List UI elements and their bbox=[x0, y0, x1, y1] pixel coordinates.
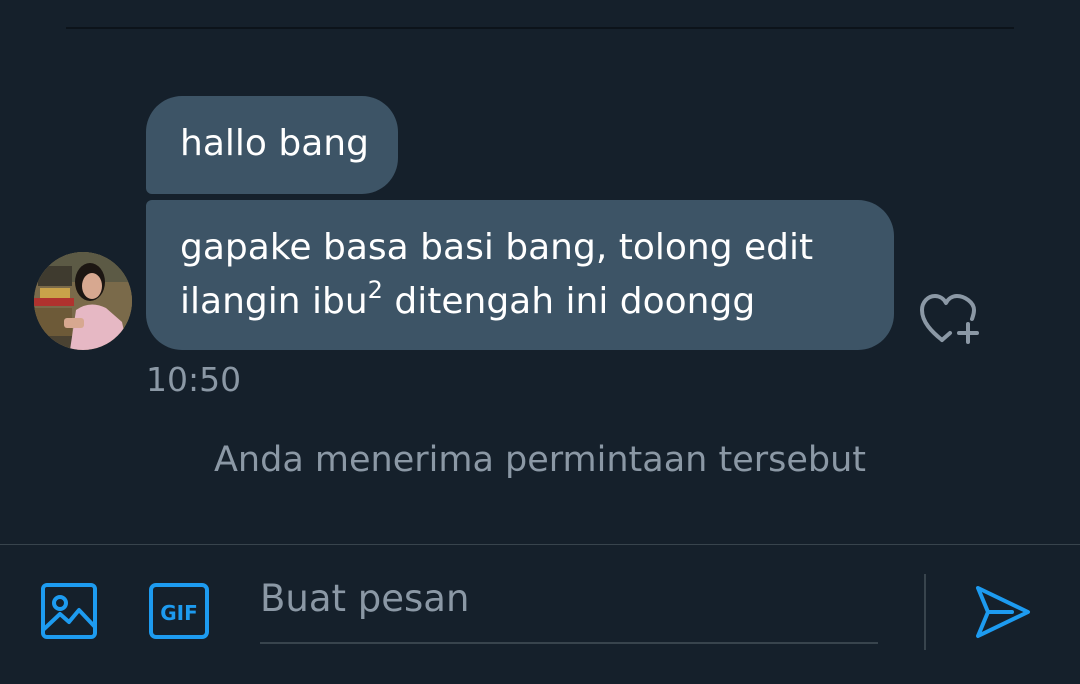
system-notice: Anda menerima permintaan tersebut bbox=[213, 440, 867, 480]
svg-text:GIF: GIF bbox=[160, 601, 198, 625]
message-text: hallo bang bbox=[180, 123, 369, 164]
composer-divider bbox=[0, 544, 1080, 545]
message-bubble[interactable]: hallo bang bbox=[146, 96, 398, 194]
avatar-photo bbox=[34, 252, 132, 350]
message-text-line-1: gapake basa basi bang, tolong edit bbox=[180, 227, 814, 268]
avatar[interactable] bbox=[34, 252, 132, 350]
image-icon[interactable] bbox=[40, 582, 98, 640]
message-bubble[interactable]: gapake basa basi bang, tolong edit ilang… bbox=[146, 200, 894, 350]
superscript: 2 bbox=[367, 276, 383, 304]
send-icon[interactable] bbox=[972, 582, 1034, 642]
heart-plus-icon[interactable] bbox=[918, 290, 986, 346]
gif-icon[interactable]: GIF bbox=[148, 582, 210, 640]
message-text-line-2: ilangin ibu2 ditengah ini doongg bbox=[180, 276, 756, 322]
message-input[interactable] bbox=[260, 574, 878, 644]
composer-separator bbox=[924, 574, 926, 650]
top-divider bbox=[66, 27, 1014, 29]
message-timestamp: 10:50 bbox=[146, 360, 242, 399]
